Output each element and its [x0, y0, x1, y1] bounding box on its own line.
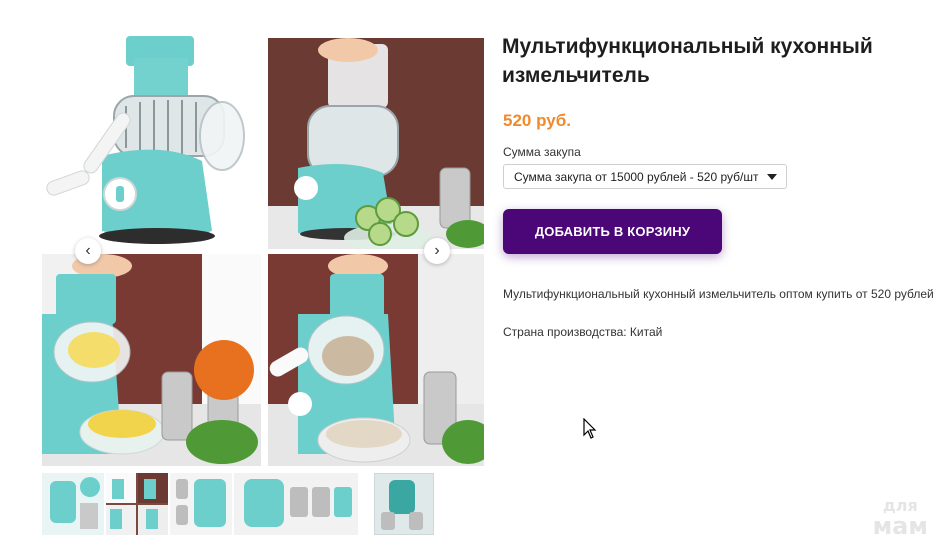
- product-photo-4[interactable]: [268, 254, 484, 466]
- purchase-option-value: Сумма закупа от 15000 рублей - 520 руб/ш…: [514, 169, 759, 184]
- thumbnail-2[interactable]: [106, 473, 168, 535]
- gallery-thumbnails: [42, 473, 434, 535]
- product-photo-2[interactable]: [268, 38, 484, 249]
- nuts-illustration: [268, 254, 484, 466]
- mouse-cursor-icon: [583, 417, 597, 445]
- grater-illustration: [46, 36, 245, 244]
- thumbnail-4[interactable]: [234, 473, 358, 535]
- cheese-illustration: [42, 254, 261, 466]
- product-gallery: ‹ ›: [42, 36, 484, 468]
- gallery-prev-button[interactable]: ‹: [75, 238, 101, 264]
- product-photo-1[interactable]: [42, 36, 261, 249]
- add-to-cart-button[interactable]: ДОБАВИТЬ В КОРЗИНУ: [503, 209, 722, 254]
- product-price: 520 руб.: [503, 111, 571, 130]
- cucumber-illustration: [268, 38, 484, 249]
- country-of-origin: Страна производства: Китай: [503, 325, 663, 339]
- gallery-next-button[interactable]: ›: [424, 238, 450, 264]
- product-photo-3[interactable]: [42, 254, 261, 466]
- purchase-option-select[interactable]: Сумма закупа от 15000 рублей - 520 руб/ш…: [503, 164, 787, 189]
- watermark-line-2: мам: [872, 512, 928, 540]
- caret-down-icon: [767, 174, 777, 180]
- thumbnail-5[interactable]: [374, 473, 434, 535]
- chevron-right-icon: ›: [434, 242, 440, 259]
- product-description: Мультифункциональный кухонный измельчите…: [503, 287, 934, 301]
- purchase-option-label: Сумма закупа: [503, 145, 581, 159]
- thumbnail-3[interactable]: [170, 473, 232, 535]
- product-title: Мультифункциональный кухонный измельчите…: [502, 35, 873, 87]
- site-logo-watermark: для мам: [872, 498, 928, 540]
- thumbnail-1[interactable]: [42, 473, 104, 535]
- chevron-left-icon: ‹: [85, 242, 91, 259]
